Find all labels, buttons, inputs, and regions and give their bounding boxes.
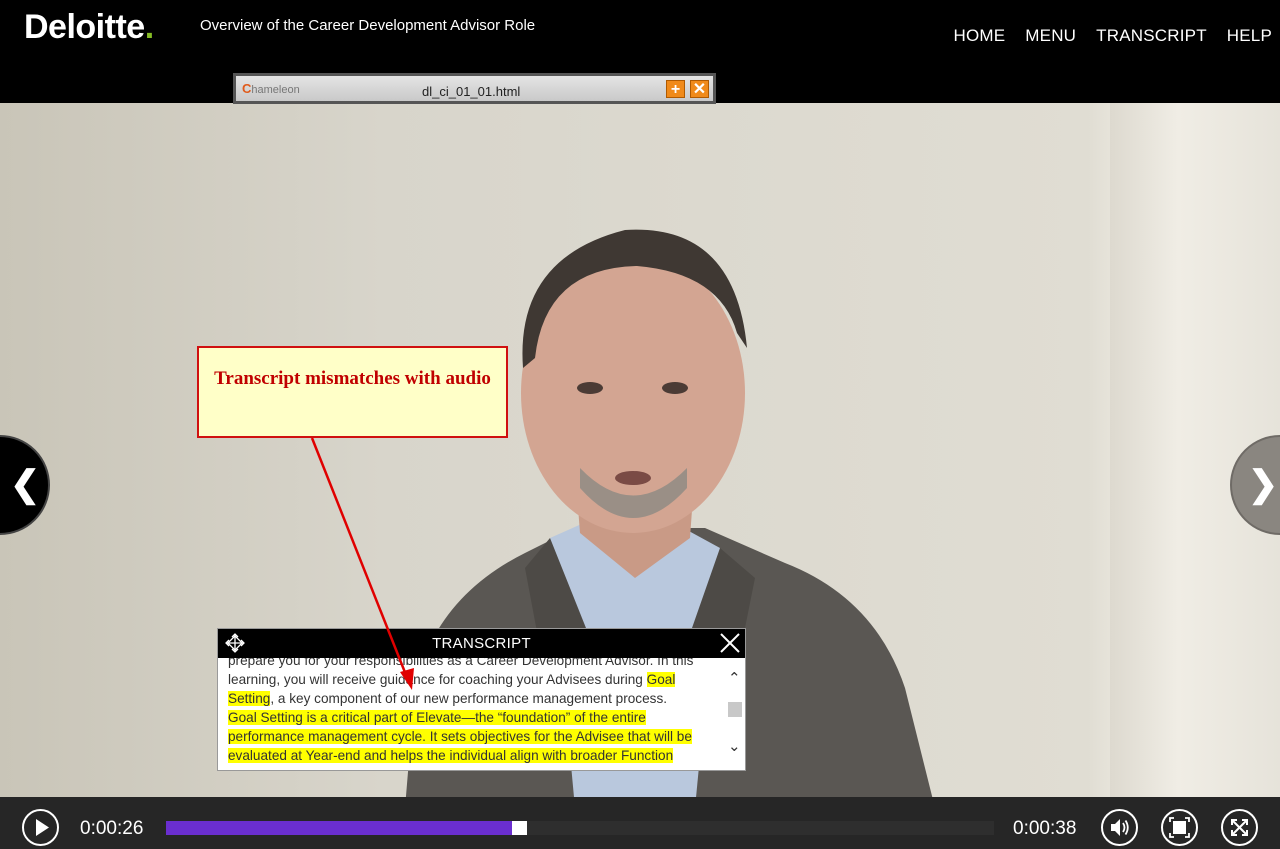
chameleon-close-button[interactable]: ✕ [690,80,709,98]
prev-arrow-icon: ❮ [10,463,41,504]
total-time: 0:00:38 [1013,818,1077,839]
transcript-scrollbar[interactable]: ⌃ ⌄ [725,669,745,759]
scroll-down-icon[interactable]: ⌄ [728,737,741,755]
play-button[interactable] [22,809,59,846]
top-nav: HOME MENU TRANSCRIPT HELP [953,26,1272,46]
callout-text: Transcript mismatches with audio [214,368,491,389]
annotation-callout: Transcript mismatches with audio [197,346,508,438]
fit-screen-icon [1169,817,1190,838]
transcript-panel: TRANSCRIPT prepare you for your responsi… [217,628,746,771]
play-icon [36,819,49,836]
progress-handle[interactable] [511,821,527,835]
volume-button[interactable] [1101,809,1138,846]
chameleon-filename: dl_ci_01_01.html [422,84,521,99]
transcript-line: learning, you will receive guidance for … [228,672,676,706]
player-controls: 0:00:26 0:00:38 [0,797,1280,849]
chameleon-logo: Chameleon [242,81,300,96]
current-time: 0:00:26 [80,818,144,839]
transcript-line: prepare you for your responsibilities as… [228,658,694,668]
nav-home[interactable]: HOME [953,26,1005,46]
course-title: Overview of the Career Development Advis… [200,17,536,34]
nav-transcript[interactable]: TRANSCRIPT [1096,26,1207,46]
transcript-title: TRANSCRIPT [432,635,531,652]
close-icon[interactable] [718,631,742,655]
deloitte-logo: Deloitte. [24,8,154,46]
fullscreen-icon [1231,819,1248,836]
next-arrow-icon: ❯ [1248,463,1279,504]
scroll-thumb[interactable] [728,702,742,717]
transcript-text: prepare you for your responsibilities as… [228,658,718,770]
fullscreen-button[interactable] [1221,809,1258,846]
transcript-line-highlighted: Goal Setting is a critical part of Eleva… [228,710,692,763]
prev-slide-button[interactable]: ❮ [0,435,50,535]
progress-fill [166,821,514,835]
nav-menu[interactable]: MENU [1025,26,1076,46]
progress-bar[interactable] [166,821,994,835]
nav-help[interactable]: HELP [1227,26,1272,46]
scroll-up-icon[interactable]: ⌃ [728,669,741,687]
chameleon-add-button[interactable]: + [666,80,685,98]
transcript-header: TRANSCRIPT [218,629,745,658]
fit-screen-button[interactable] [1161,809,1198,846]
chameleon-window-bar[interactable]: Chameleon dl_ci_01_01.html + ✕ [233,73,716,104]
volume-icon [1111,819,1129,836]
